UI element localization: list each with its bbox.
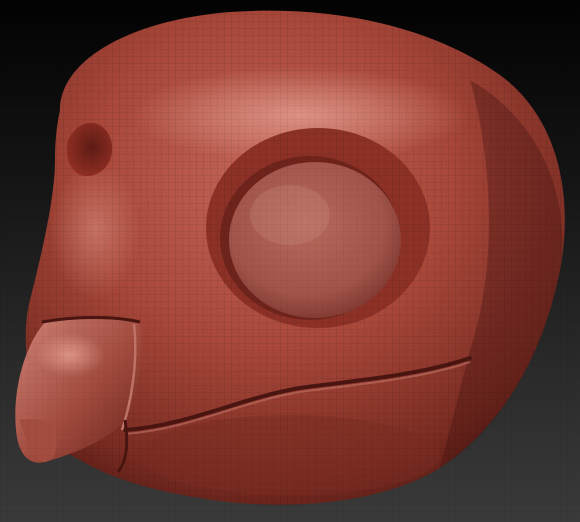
beak-mesh xyxy=(0,0,580,522)
sculpt-viewport[interactable] xyxy=(0,0,580,522)
sculpt-canvas[interactable] xyxy=(0,0,580,522)
head-model[interactable] xyxy=(0,0,580,522)
